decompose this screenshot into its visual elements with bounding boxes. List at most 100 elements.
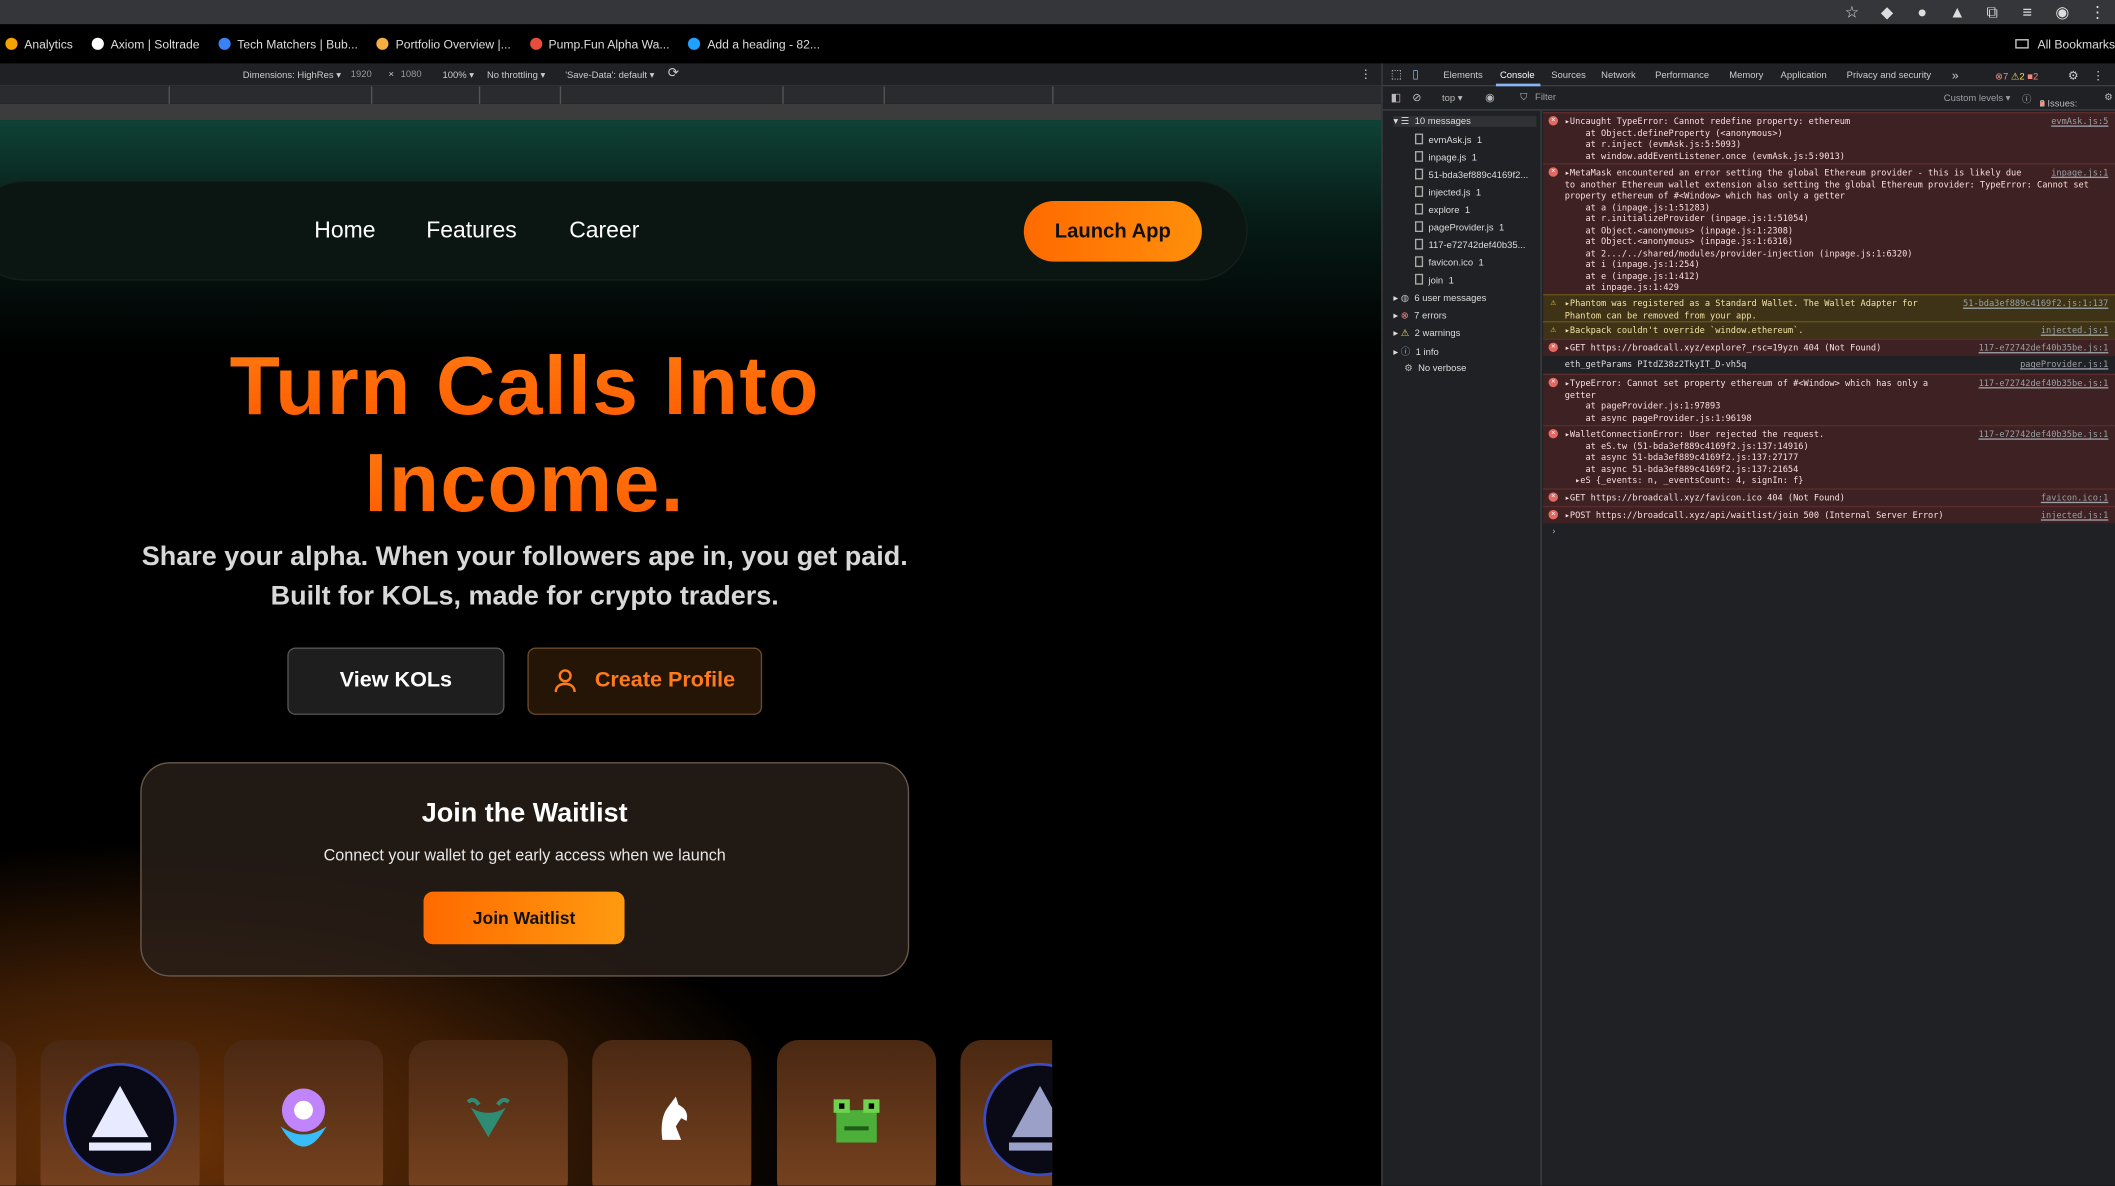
sidebar-toggle-icon[interactable]: ◧ (1391, 92, 1401, 104)
partner-logo-carousel (0, 1040, 1053, 1186)
sidebar-file-3[interactable]: injected.js 1 (1414, 186, 1481, 199)
sidebar-file-7[interactable]: favicon.ico 1 (1414, 256, 1484, 269)
console-message-plain[interactable]: eth_getParams PItdZ38z2TkyIT_D-vh5q pageP… (1543, 356, 2115, 373)
settings-gear-icon[interactable]: ⚙ (2068, 69, 2079, 84)
console-prompt[interactable]: › (1543, 525, 2115, 538)
tab-memory[interactable]: Memory (1729, 71, 1763, 80)
sidebar-user-messages[interactable]: ▸ ◍ 6 user messages (1393, 293, 1486, 304)
sidebar-file-7-icon (1414, 256, 1424, 269)
console-message-error[interactable]: ✕ ▸TypeError: Cannot set property ethereu… (1543, 373, 2115, 425)
console-source-link[interactable]: inpage.js:1 (2051, 167, 2108, 178)
sidebar-file-1[interactable]: inpage.js 1 (1414, 151, 1477, 164)
sidebar-warnings[interactable]: ▸ ⚠ 2 warnings (1393, 328, 1460, 338)
console-source-link[interactable]: pageProvider.js:1 (2020, 359, 2108, 370)
sidebar-file-0-icon (1414, 133, 1424, 147)
zoom-select[interactable]: 100% ▾ (442, 70, 474, 80)
extension-icon-1[interactable]: ◆ (1870, 3, 1905, 22)
bookmark-3[interactable]: Portfolio Overview |... (376, 37, 511, 51)
log-levels-select[interactable]: Custom levels ▾ (1944, 93, 2011, 103)
console-source-link[interactable]: injected.js:1 (2041, 510, 2108, 521)
nav-career[interactable]: Career (569, 217, 639, 244)
sidebar-file-5[interactable]: pageProvider.js 1 (1414, 221, 1504, 234)
sidebar-file-4[interactable]: explore 1 (1414, 203, 1470, 217)
console-source-link[interactable]: 117-e72742def40b35be.js:1 (1979, 378, 2109, 389)
bookmark-2[interactable]: Tech Matchers | Bub... (218, 37, 358, 51)
sidebar-messages[interactable]: ▾ ☰ 10 messages (1393, 116, 1537, 127)
console-line: at i (inpage.js:1:254) (1564, 258, 1700, 270)
join-waitlist-button[interactable]: Join Waitlist (423, 891, 625, 945)
logo-card-axiom-repeat (960, 1040, 1053, 1186)
height-input[interactable]: 1080 (401, 70, 422, 79)
tab-application[interactable]: Application (1781, 71, 1827, 80)
ruler-tick (1052, 86, 1054, 104)
tab-console[interactable]: Console (1500, 71, 1535, 80)
nav-features[interactable]: Features (426, 217, 517, 244)
error-count-badge[interactable]: ⊗7 ⚠2 ■2 (1995, 71, 2038, 82)
sidebar-errors[interactable]: ▸ ⊗ 7 errors (1393, 310, 1446, 321)
rotate-icon[interactable]: ⟳ (668, 66, 679, 81)
tab-performance[interactable]: Performance (1655, 71, 1709, 80)
throttling-select[interactable]: No throttling ▾ (487, 70, 545, 80)
bookmark-4[interactable]: Pump.Fun Alpha Wa... (529, 37, 670, 51)
profile-avatar[interactable]: ◉ (2045, 3, 2080, 22)
console-message-error[interactable]: ✕ ▸MetaMask encountered an error setting … (1543, 163, 2115, 295)
bookmark-5[interactable]: Add a heading - 82... (688, 37, 820, 51)
tab-elements[interactable]: Elements (1443, 71, 1482, 80)
inspect-element-icon[interactable]: ⬚ (1391, 67, 1402, 82)
devtools-menu-icon[interactable]: ⋮ (2092, 69, 2104, 84)
launch-app-button[interactable]: Launch App (1023, 200, 1202, 262)
console-source-link[interactable]: 117-e72742def40b35be.js:1 (1979, 343, 2109, 354)
metamask-icon[interactable]: ▲ (1940, 3, 1975, 22)
context-select[interactable]: top ▾ (1442, 93, 1463, 103)
console-source-link[interactable]: favicon.ico:1 (2041, 492, 2108, 503)
tab-sources[interactable]: Sources (1551, 71, 1586, 80)
console-message-error[interactable]: ✕ ▸Uncaught TypeError: Cannot redefine pr… (1543, 111, 2115, 164)
console-source-link[interactable]: 117-e72742def40b35be.js:1 (1979, 429, 2109, 440)
sidebar-file-3-icon (1414, 186, 1424, 199)
logo-card-bull (408, 1040, 568, 1186)
sidebar-info[interactable]: ▸ ⓘ 1 info (1393, 345, 1438, 358)
console-settings-icon[interactable]: ⚙ (2104, 92, 2112, 102)
star-bookmark-icon[interactable]: ☆ (1835, 3, 1870, 22)
eye-icon[interactable]: ◉ (1485, 92, 1494, 104)
sidebar-file-3-label: injected.js (1428, 188, 1471, 198)
save-data-select[interactable]: 'Save-Data': default ▾ (565, 70, 654, 80)
console-source-link[interactable]: injected.js:1 (2041, 325, 2108, 336)
tab-network[interactable]: Network (1601, 71, 1636, 80)
extensions-puzzle-icon[interactable]: ⧉ (1975, 2, 2010, 22)
sidebar-file-8[interactable]: join 1 (1414, 273, 1454, 287)
sidebar-file-0[interactable]: evmAsk.js 1 (1414, 133, 1482, 147)
console-message-error[interactable]: ✕ ▸GET https://broadcall.xyz/explore?_rsc… (1543, 338, 2115, 356)
width-input[interactable]: 1920 (351, 70, 372, 79)
console-message-error[interactable]: ✕ ▸GET https://broadcall.xyz/favicon.ico … (1543, 488, 2115, 506)
sidebar-file-6[interactable]: 117-e72742def40b35... (1414, 238, 1531, 252)
nav-home[interactable]: Home (314, 217, 375, 244)
viewport-top-strip (0, 103, 1382, 121)
console-line: at eS.tw (51-bda3ef889c4169f2.js:137:149… (1564, 440, 1809, 452)
console-message-warn[interactable]: ⚠ ▸Backpack couldn't override `window.eth… (1543, 321, 2115, 338)
sidebar-verbose[interactable]: ⚙ No verbose (1404, 363, 1466, 374)
console-message-error[interactable]: ✕ ▸WalletConnectionError: User rejected t… (1543, 424, 2115, 488)
console-message-warn[interactable]: ⚠ ▸Phantom was registered as a Standard W… (1543, 294, 2115, 323)
console-source-link[interactable]: 51-bda3ef889c4169f2.js:1:137 (1963, 298, 2108, 309)
menu-kebab-icon[interactable]: ⋮ (2080, 3, 2115, 22)
clear-console-icon[interactable]: ⊘ (1412, 92, 1421, 104)
more-tabs-icon[interactable]: » (1952, 69, 1959, 82)
dimensions-select[interactable]: Dimensions: HighRes ▾ (243, 70, 341, 80)
axiom-logo-icon (63, 1062, 177, 1177)
tab-privacy-security[interactable]: Privacy and security (1847, 71, 1931, 80)
all-bookmarks[interactable]: All Bookmarks (2015, 24, 2115, 63)
device-toggle-icon[interactable]: ▯ (1412, 67, 1419, 82)
create-profile-button[interactable]: Create Profile (527, 647, 763, 715)
view-kols-button[interactable]: View KOLs (287, 647, 505, 715)
extension-icon-2[interactable]: ● (1905, 3, 1940, 22)
reading-list-icon[interactable]: ≡ (2010, 3, 2045, 22)
bookmark-1[interactable]: Axiom | Soltrade (91, 37, 199, 51)
console-source-link[interactable]: evmAsk.js:5 (2051, 116, 2108, 127)
sidebar-user-messages-icon: ▸ ◍ (1393, 294, 1410, 304)
console-message-error[interactable]: ✕ ▸POST https://broadcall.xyz/api/waitlis… (1543, 505, 2115, 523)
sidebar-file-2[interactable]: 51-bda3ef889c4169f2... (1414, 168, 1534, 182)
device-options-icon[interactable]: ⋮ (1360, 67, 1372, 82)
filter-input[interactable]: Filter (1535, 93, 1556, 102)
bookmark-0[interactable]: Analytics (5, 37, 73, 51)
